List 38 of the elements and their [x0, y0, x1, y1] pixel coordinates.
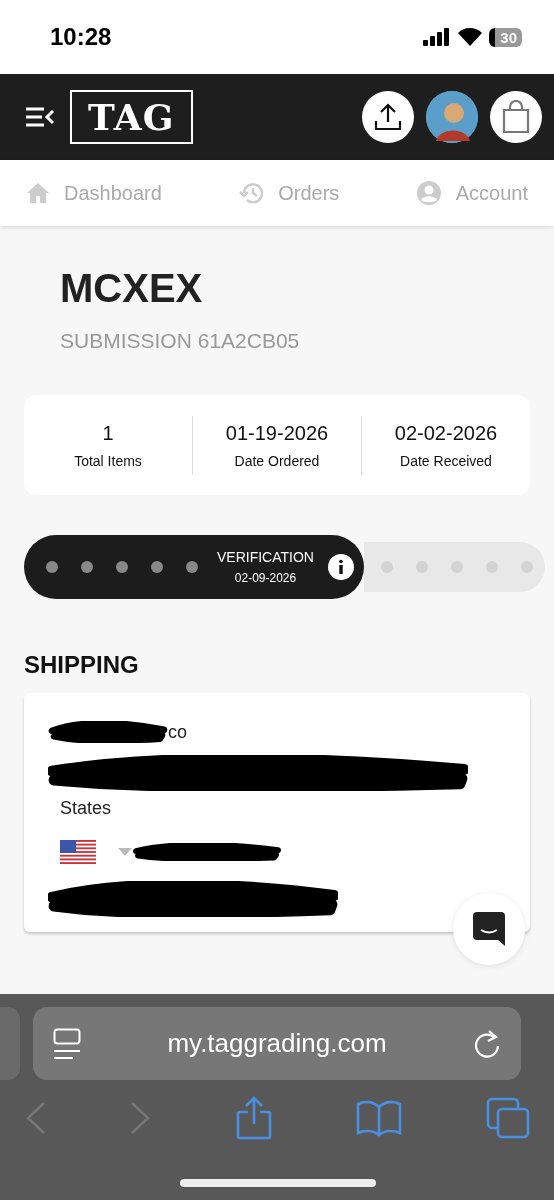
- account-icon: [415, 180, 442, 206]
- upload-icon: [373, 102, 403, 132]
- address-text: co: [168, 721, 187, 743]
- nav-tab[interactable]: Orders: [238, 181, 340, 205]
- section-heading: SHIPPING: [24, 651, 140, 679]
- step-label: VERIFICATION: [217, 549, 314, 565]
- address-bar[interactable]: my.taggrading.com: [33, 1007, 521, 1080]
- stat-label: Total Items: [74, 452, 142, 469]
- wifi-icon: [458, 28, 483, 46]
- address-text: States: [60, 797, 112, 819]
- stat-label: Date Received: [400, 452, 492, 469]
- reader-icon[interactable]: [53, 1027, 81, 1060]
- battery-level: 30: [489, 27, 522, 47]
- avatar[interactable]: [426, 91, 478, 143]
- bag-icon: [501, 100, 531, 134]
- history-icon: [238, 181, 265, 205]
- chat-icon: [473, 912, 505, 946]
- home-icon: [26, 182, 50, 204]
- stat-value: 1: [102, 421, 114, 445]
- stat-value: 01-19-2026: [225, 421, 329, 445]
- flag-icon: [60, 840, 96, 864]
- nav-tab[interactable]: Account: [415, 180, 528, 206]
- logo[interactable]: TAG: [70, 90, 193, 144]
- chat-button[interactable]: [453, 893, 525, 965]
- submission-title: MCXEX: [60, 266, 204, 311]
- submission-id: SUBMISSION 61A2CB05: [60, 329, 301, 353]
- info-icon[interactable]: [327, 554, 354, 580]
- upload-button[interactable]: [362, 91, 414, 143]
- signal-icon: [423, 28, 452, 46]
- status-time: 10:28: [50, 23, 112, 51]
- reload-icon[interactable]: [473, 1028, 501, 1059]
- menu-icon[interactable]: [26, 107, 54, 127]
- url-text: my.taggrading.com: [167, 1028, 387, 1059]
- nav-tab[interactable]: Dashboard: [26, 181, 162, 205]
- cart-button[interactable]: [490, 91, 542, 143]
- stat-value: 02-02-2026: [394, 421, 498, 445]
- step-date: 02-09-2026: [234, 571, 297, 585]
- stat-label: Date Ordered: [234, 452, 320, 469]
